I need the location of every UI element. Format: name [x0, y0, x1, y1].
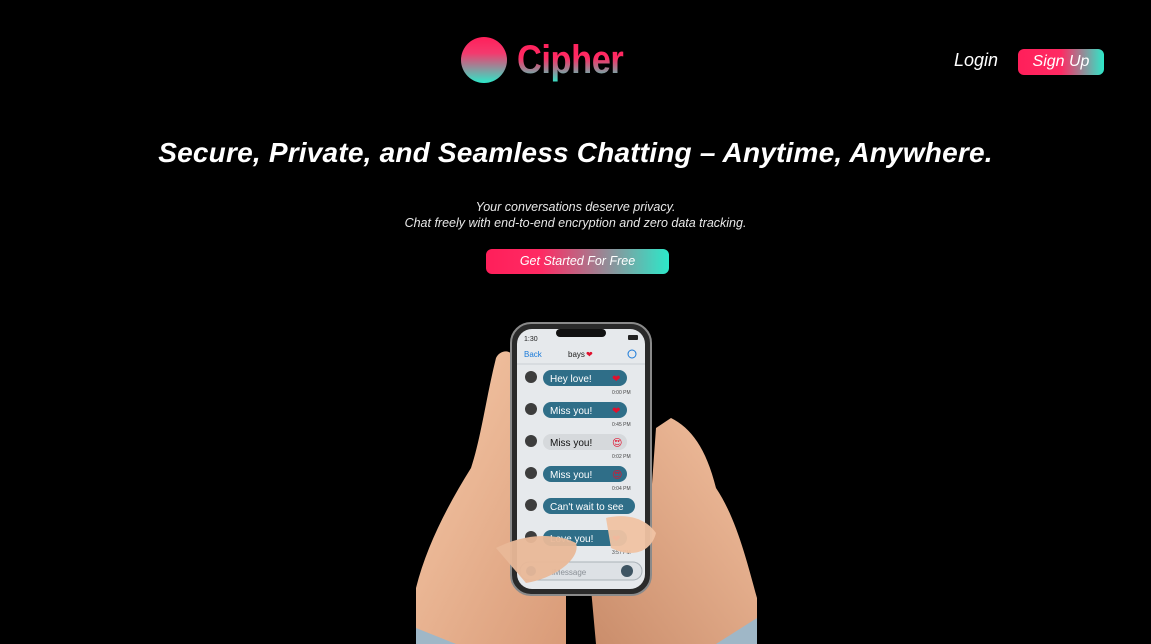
subtext-line-2: Chat freely with end-to-end encryption a… [404, 216, 747, 230]
hero-subtext: Your conversations deserve privacy. Chat… [0, 199, 1151, 231]
subtext-line-1: Your conversations deserve privacy. [475, 200, 676, 214]
message-text: Miss you! [550, 438, 592, 449]
message-time: 0:04 PM [612, 486, 631, 492]
avatar [525, 403, 537, 415]
message-emoji: 😍 [612, 438, 622, 449]
brand-name: Cipher [517, 38, 624, 82]
message-text: Miss you! [550, 406, 592, 417]
avatar [525, 435, 537, 447]
message-emoji: ❤ [612, 374, 620, 385]
circle-gradient-icon [461, 37, 507, 83]
chat-title: bays [568, 350, 585, 359]
hero-phone-image: 1:30 Back bays ❤ Hey love! ❤ 0:00 PM Miss y… [416, 318, 757, 644]
message-text: Hey love! [550, 374, 592, 385]
brand-logo[interactable]: Cipher [461, 37, 641, 83]
svg-text:❤: ❤ [586, 350, 593, 359]
status-time: 1:30 [524, 336, 538, 343]
hero-headline: Secure, Private, and Seamless Chatting –… [158, 137, 993, 168]
signup-button[interactable]: Sign Up [1018, 49, 1104, 75]
message-emoji: ❤ [612, 406, 620, 417]
avatar [525, 371, 537, 383]
get-started-button[interactable]: Get Started For Free [486, 249, 669, 274]
message-text: Miss you! [550, 470, 592, 481]
message-time: 0:00 PM [612, 390, 631, 396]
avatar [525, 467, 537, 479]
back-label: Back [524, 350, 543, 359]
message-time: 0:02 PM [612, 454, 631, 460]
message-emoji: 😍 [612, 470, 622, 481]
message-time: 0:45 PM [612, 422, 631, 428]
login-link[interactable]: Login [954, 50, 998, 71]
message-text: Can't wait to see [550, 502, 624, 513]
avatar [525, 499, 537, 511]
